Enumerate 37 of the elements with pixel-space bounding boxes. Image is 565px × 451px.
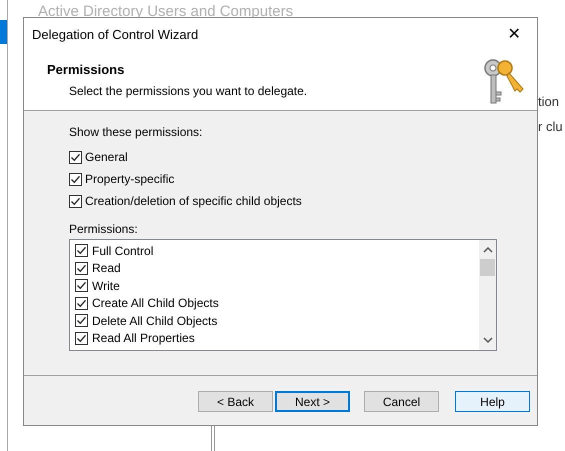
dialog-button[interactable]: Cancel: [364, 391, 439, 412]
sidebar-strip: [0, 20, 7, 44]
checkbox-label: Creation/deletion of specific child objects: [85, 193, 302, 210]
window-title: Active Directory Users and Computers: [38, 4, 294, 19]
checkbox[interactable]: [75, 262, 88, 275]
dialog-button[interactable]: Next >: [275, 391, 350, 412]
scroll-up-icon[interactable]: [482, 246, 492, 254]
checkbox-label: Read All Properties: [92, 330, 195, 348]
checkbox[interactable]: [69, 172, 82, 186]
scroll-thumb[interactable]: [480, 259, 495, 276]
checkbox-label: Write: [92, 278, 120, 295]
close-button[interactable]: ✕: [499, 20, 529, 50]
page-heading: Permissions: [47, 61, 126, 79]
scroll-down-icon[interactable]: [482, 336, 492, 344]
column-text: r clu: [538, 118, 563, 136]
section-label: Show these permissions:: [69, 124, 204, 141]
checkbox[interactable]: [75, 279, 88, 292]
permissions-list[interactable]: Full Control Read Write Create All Child Objects Delete All Child Objects Read All Properties: [69, 239, 497, 351]
dialog-button[interactable]: < Back: [198, 391, 273, 412]
checkbox[interactable]: [69, 194, 82, 208]
checkbox-label: Property-specific: [85, 171, 174, 188]
checkbox[interactable]: [75, 244, 88, 258]
checkbox-label: Read: [92, 260, 121, 278]
scrollbar[interactable]: [479, 240, 496, 350]
page-description: Select the permissions you want to delegate.: [68, 82, 308, 100]
checkbox[interactable]: [69, 150, 82, 164]
checkbox[interactable]: [75, 296, 88, 310]
checkbox[interactable]: [75, 332, 88, 345]
dialog-title: Delegation of Control Wizard: [32, 26, 198, 44]
dialog-button[interactable]: Help: [455, 391, 530, 412]
section-label: Permissions:: [69, 221, 139, 238]
checkbox-label: Full Control: [92, 242, 154, 260]
column-text: tion: [538, 93, 559, 111]
checkbox-label: Delete All Child Objects: [92, 312, 218, 330]
checkbox-label: Create All Child Objects: [92, 295, 219, 312]
checkbox-label: General: [85, 149, 128, 166]
checkbox[interactable]: [75, 314, 88, 328]
